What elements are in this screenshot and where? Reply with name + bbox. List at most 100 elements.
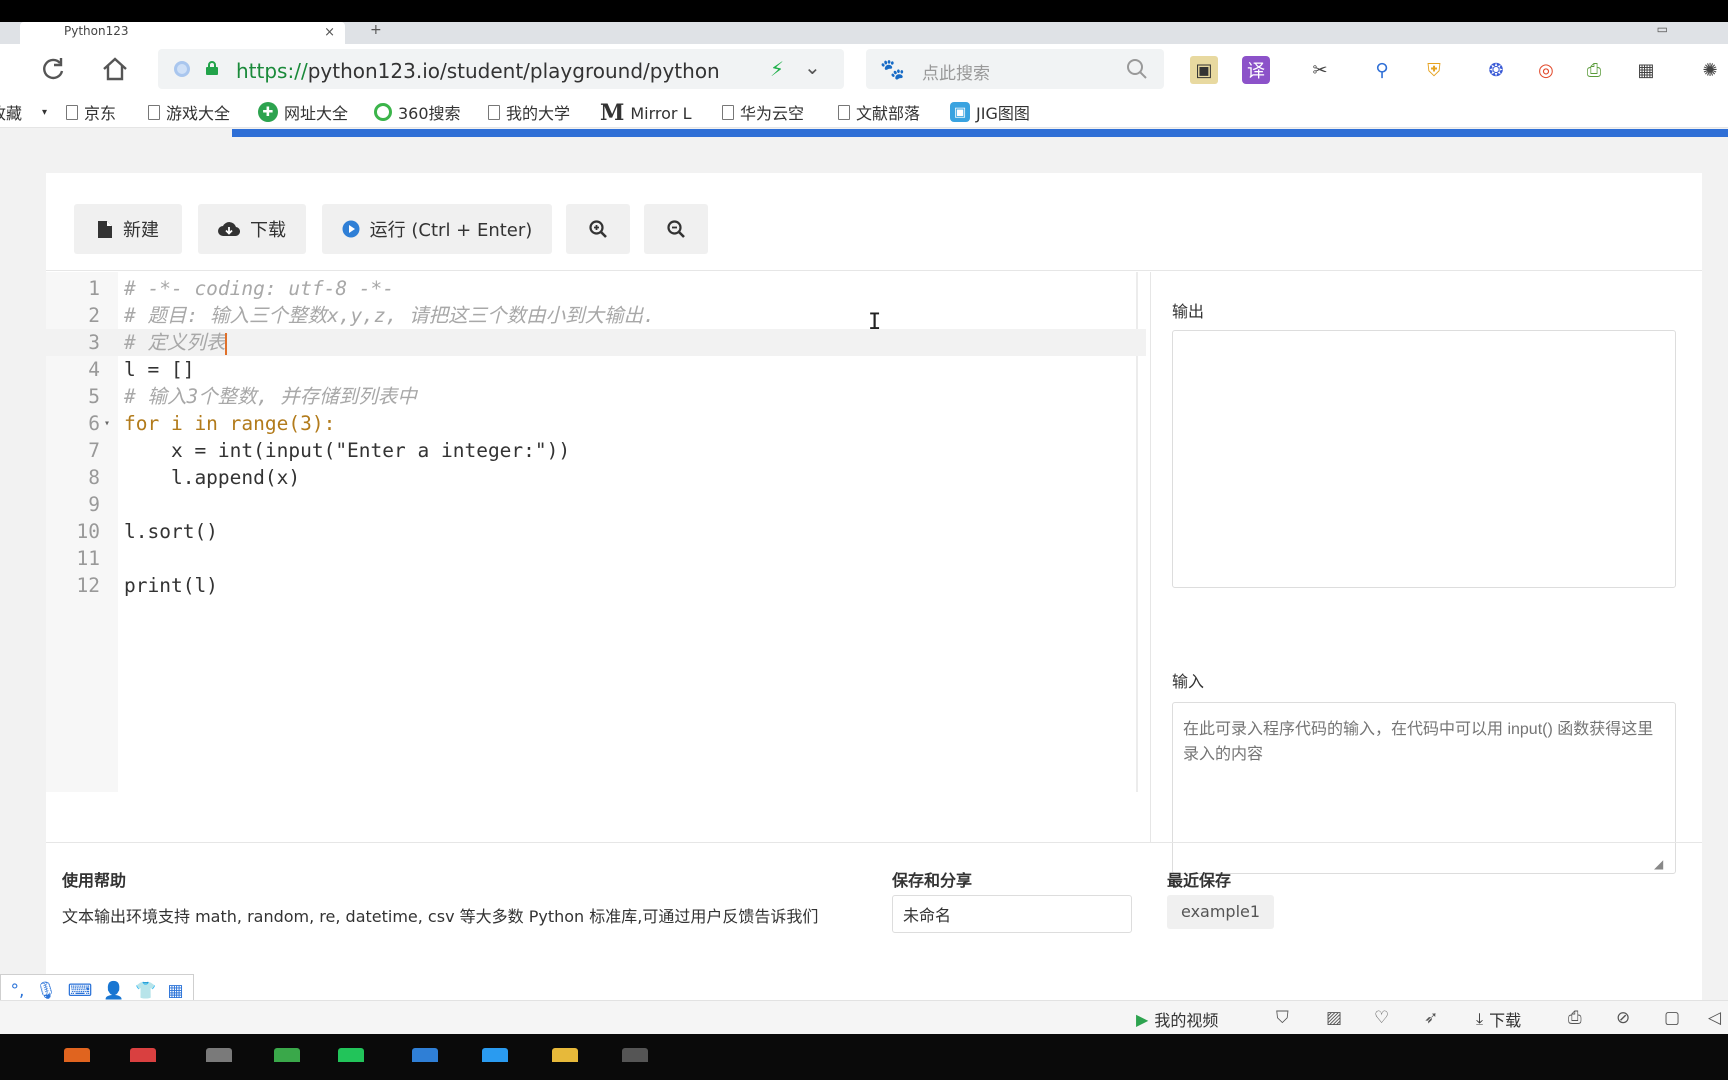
- window-restore-icon[interactable]: ▭: [1657, 22, 1668, 36]
- code-line[interactable]: 6 ▾ for i in range(3):: [46, 410, 1146, 437]
- cloud-download-icon: [218, 222, 240, 237]
- folder-app-icon[interactable]: [552, 1048, 578, 1062]
- new-label: 新建: [123, 220, 159, 241]
- bookmark-label: 网址大全: [284, 104, 349, 123]
- printer-small-icon[interactable]: ⎙: [1568, 1008, 1582, 1028]
- recent-item[interactable]: example1: [1167, 895, 1275, 929]
- keyboard-icon[interactable]: ⌨: [68, 981, 93, 1001]
- recent-title: 最近保存: [1167, 871, 1232, 890]
- search-box[interactable]: 🐾 点此搜索: [866, 49, 1164, 89]
- new-button[interactable]: 新建: [74, 204, 182, 254]
- bookmark-games[interactable]: 游戏大全: [148, 100, 230, 124]
- image-icon[interactable]: ▨: [1326, 1008, 1342, 1028]
- printer-icon[interactable]: ⎙: [1580, 56, 1608, 84]
- shield-check-icon[interactable]: ⛉: [1276, 1008, 1289, 1028]
- code-line[interactable]: 8 l.append(x): [46, 464, 1146, 491]
- color-ring-icon[interactable]: ◎: [1532, 56, 1560, 84]
- fold-arrow-icon[interactable]: ▾: [104, 410, 110, 437]
- doc-icon: [722, 104, 734, 120]
- save-name-field[interactable]: [892, 895, 1132, 933]
- bookmark-jd[interactable]: 京东: [66, 100, 116, 124]
- bookmark-label: 文献部落: [856, 104, 921, 123]
- output-box: [1172, 330, 1676, 588]
- url-field[interactable]: https://python123.io/student/playground/…: [158, 49, 844, 89]
- screenshot-icon[interactable]: ▣: [1190, 56, 1218, 84]
- home-icon[interactable]: [100, 54, 130, 84]
- app-icon[interactable]: [482, 1048, 508, 1062]
- new-tab-icon[interactable]: +: [370, 22, 382, 38]
- bookmark-university[interactable]: 我的大学: [488, 100, 570, 124]
- line-number: 11: [76, 547, 100, 570]
- magnifier-tool-icon[interactable]: ⚲: [1368, 56, 1396, 84]
- text-cursor: [225, 332, 228, 355]
- page-footer: 使用帮助 文本输出环境支持 math, random, re, datetime…: [46, 842, 1702, 1023]
- code-line[interactable]: 9: [46, 491, 1146, 518]
- dropdown-arrow-icon[interactable]: ▾: [42, 107, 47, 118]
- microphone-icon[interactable]: 🎙: [35, 981, 57, 1001]
- doc-icon: [66, 104, 78, 120]
- zoom-out-button[interactable]: [644, 204, 708, 254]
- code-line[interactable]: 4 l = []: [46, 356, 1146, 383]
- code-text: # 定义列表: [124, 331, 226, 354]
- download-status-label: 下载: [1489, 1011, 1522, 1030]
- zoom-in-button[interactable]: [566, 204, 630, 254]
- code-line[interactable]: 11: [46, 545, 1146, 572]
- app-icon[interactable]: [130, 1048, 156, 1062]
- my-videos-button[interactable]: ▶ 我的视频: [1136, 1007, 1218, 1031]
- bookmark-huawei[interactable]: 华为云空: [722, 100, 804, 124]
- mouse-ibeam-cursor: I: [868, 310, 882, 335]
- window-icon[interactable]: ▢: [1664, 1008, 1680, 1028]
- code-text: # 输入3个整数, 并存储到列表中: [124, 385, 417, 408]
- address-bar: https://python123.io/student/playground/…: [0, 44, 1728, 94]
- gear-icon[interactable]: ✺: [1696, 56, 1724, 84]
- chevron-down-icon[interactable]: ⌄: [804, 55, 821, 79]
- code-text: # -*- coding: utf-8 -*-: [124, 277, 395, 300]
- code-line[interactable]: 12 print(l): [46, 572, 1146, 599]
- browser-status-bar: ▶ 我的视频 ⛉ ▨ ♡ ➶ ⤓ 下载 ⎙ ⊘ ▢ ◁: [0, 1000, 1728, 1034]
- bookmark-papers[interactable]: 文献部落: [838, 100, 920, 124]
- rocket-icon[interactable]: ➶: [1424, 1008, 1438, 1028]
- refresh-icon[interactable]: [38, 54, 68, 84]
- scissors-icon[interactable]: ✂: [1306, 56, 1334, 84]
- search-icon[interactable]: [1126, 58, 1148, 80]
- download-status-button[interactable]: ⤓ 下载: [1476, 1007, 1521, 1031]
- code-line-active[interactable]: 3 # 定义列表: [46, 329, 1146, 356]
- no-image-icon[interactable]: ⊘: [1616, 1008, 1630, 1028]
- tab-close-icon[interactable]: ×: [324, 24, 335, 42]
- baidu-paw-icon[interactable]: 🐾: [880, 57, 905, 81]
- bookmark-jig[interactable]: ▣ JIG图图: [950, 100, 1030, 124]
- speaker-icon[interactable]: ◁: [1708, 1008, 1721, 1028]
- coupon-shield-icon[interactable]: ⛨: [1420, 56, 1448, 84]
- wechat-app-icon[interactable]: [338, 1048, 364, 1062]
- browser-app-icon[interactable]: [274, 1048, 300, 1062]
- user-icon[interactable]: 👤: [103, 981, 124, 1001]
- lightning-icon[interactable]: ⚡: [770, 57, 784, 81]
- apps-grid-icon[interactable]: ▦: [1632, 56, 1660, 84]
- app-icon[interactable]: [622, 1048, 648, 1062]
- code-text: l.append(x): [124, 466, 301, 489]
- bookmark-collect[interactable]: 收藏 ▾: [0, 100, 47, 124]
- my-videos-label: 我的视频: [1154, 1011, 1219, 1030]
- code-editor[interactable]: 1 # -*- coding: utf-8 -*- 2 # 题目: 输入三个整数x,…: [46, 272, 1146, 792]
- bookmark-mirror[interactable]: M Mirror L: [600, 100, 692, 126]
- code-line[interactable]: 2 # 题目: 输入三个整数x,y,z, 请把这三个数由小到大输出.: [46, 302, 1146, 329]
- grid-icon[interactable]: ▦: [167, 981, 183, 1001]
- bookmark-360[interactable]: 360搜索: [374, 100, 461, 124]
- punctuation-icon[interactable]: °,: [10, 981, 24, 1001]
- code-line[interactable]: 5 # 输入3个整数, 并存储到列表中: [46, 383, 1146, 410]
- line-number: 2: [88, 304, 100, 327]
- settings-ring-icon[interactable]: ❂: [1482, 56, 1510, 84]
- app-icon[interactable]: [412, 1048, 438, 1062]
- heart-pulse-icon[interactable]: ♡: [1374, 1008, 1389, 1028]
- code-line[interactable]: 10 l.sort(): [46, 518, 1146, 545]
- bookmark-sites[interactable]: ✚ 网址大全: [258, 100, 348, 124]
- translate-icon[interactable]: 译: [1242, 56, 1270, 84]
- code-line[interactable]: 7 x = int(input("Enter a integer:")): [46, 437, 1146, 464]
- code-line[interactable]: 1 # -*- coding: utf-8 -*-: [46, 275, 1146, 302]
- download-button[interactable]: 下载: [198, 204, 306, 254]
- skin-icon[interactable]: 👕: [135, 981, 156, 1001]
- run-button[interactable]: 运行 (Ctrl + Enter): [322, 204, 552, 254]
- app-icon[interactable]: [206, 1048, 232, 1062]
- app-icon[interactable]: [64, 1048, 90, 1062]
- tab-python123[interactable]: Python123 ×: [20, 22, 345, 44]
